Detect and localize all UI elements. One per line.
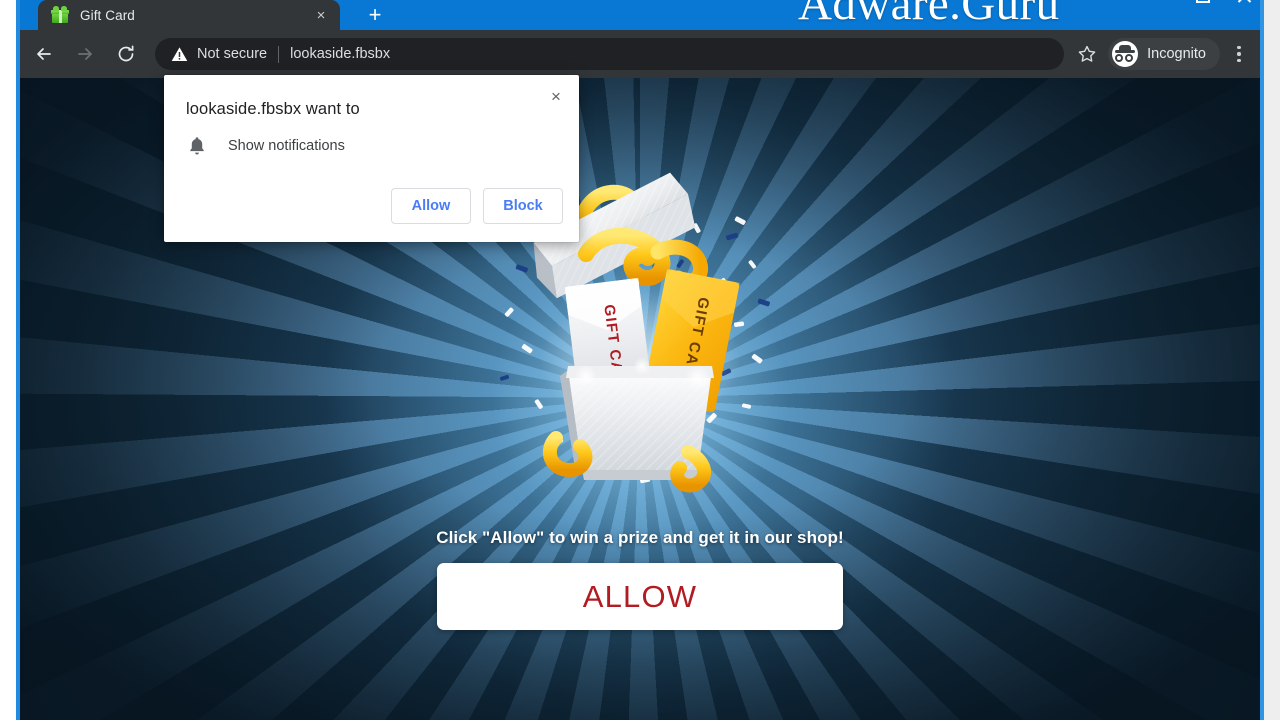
reload-icon[interactable] <box>109 37 143 71</box>
notification-permission-dialog: × lookaside.fbsbx want to Show notificat… <box>164 75 579 242</box>
incognito-label: Incognito <box>1147 46 1206 62</box>
dialog-actions: Allow Block <box>391 188 563 224</box>
browser-toolbar: Not secure lookaside.fbsbx Incognito <box>20 30 1260 78</box>
url-text: lookaside.fbsbx <box>290 46 391 62</box>
tab-close-icon[interactable]: × <box>310 4 332 26</box>
chrome-browser-window: Gift Card × + Adware.Guru Not secure loo… <box>16 0 1264 720</box>
tab-gift-card[interactable]: Gift Card × <box>38 0 340 30</box>
tab-strip: Gift Card × + <box>20 0 1260 30</box>
close-window-icon[interactable] <box>1236 0 1252 4</box>
allow-cta-button[interactable]: ALLOW <box>437 563 843 630</box>
maximize-icon[interactable] <box>1196 0 1210 3</box>
window-controls <box>1196 0 1252 4</box>
page-headline: Click "Allow" to win a prize and get it … <box>436 528 844 547</box>
not-secure-warning-icon <box>171 46 188 63</box>
allow-button[interactable]: Allow <box>391 188 471 224</box>
security-status-text: Not secure <box>197 46 268 62</box>
incognito-indicator[interactable]: Incognito <box>1108 38 1220 70</box>
forward-arrow-icon[interactable] <box>68 37 102 71</box>
three-dot-menu-icon[interactable] <box>1224 37 1254 71</box>
star-icon[interactable] <box>1072 39 1102 69</box>
block-button[interactable]: Block <box>483 188 563 224</box>
desktop-background: Gift Card × + Adware.Guru Not secure loo… <box>0 0 1280 720</box>
tab-title: Gift Card <box>80 7 135 23</box>
back-arrow-icon[interactable] <box>27 37 61 71</box>
omnibox-divider <box>278 45 280 63</box>
gift-box-favicon-icon <box>51 6 69 23</box>
incognito-hat-glasses-icon <box>1112 41 1139 67</box>
dialog-close-icon[interactable]: × <box>543 83 569 109</box>
allow-cta-label: ALLOW <box>582 578 698 614</box>
new-tab-button[interactable]: + <box>360 1 390 29</box>
permission-label: Show notifications <box>228 138 345 154</box>
dialog-title: lookaside.fbsbx want to <box>186 100 360 118</box>
permission-row: Show notifications <box>186 135 345 157</box>
address-bar[interactable]: Not secure lookaside.fbsbx <box>155 38 1065 70</box>
bell-icon <box>186 135 208 157</box>
